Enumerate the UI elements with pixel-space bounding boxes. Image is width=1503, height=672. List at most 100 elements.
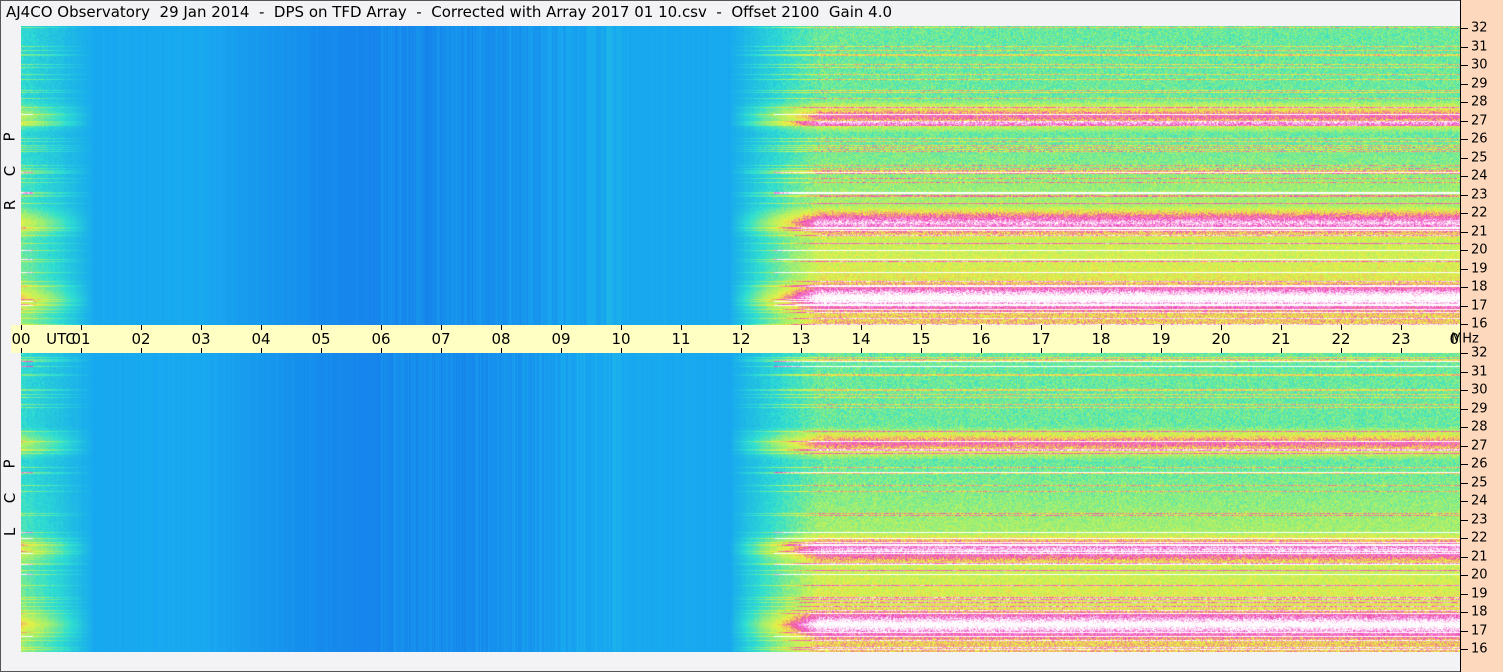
freq-tick: [1461, 176, 1468, 177]
time-tick-label: 12: [731, 330, 751, 348]
time-tick-label: 11: [671, 330, 691, 348]
freq-tick-label: 32: [1471, 345, 1488, 361]
freq-tick: [1461, 593, 1468, 595]
rcp-label: P C R: [0, 120, 20, 222]
freq-tick-label: 20: [1471, 567, 1488, 583]
time-tick-label: 08: [491, 330, 511, 348]
freq-tick-label: 23: [1471, 512, 1488, 527]
freq-tick-label: 19: [1471, 261, 1488, 276]
time-tick-label: 05: [311, 330, 331, 348]
freq-tick: [1461, 287, 1468, 288]
freq-tick: [1461, 501, 1468, 502]
freq-tick: [1461, 324, 1468, 325]
time-tick-label: 06: [371, 330, 391, 348]
chart-title: AJ4CO Observatory 29 Jan 2014 - DPS on T…: [6, 3, 893, 21]
freq-tick: [1461, 83, 1468, 85]
time-tick-label: 04: [251, 330, 271, 348]
lcp-label: P C L: [0, 447, 20, 549]
frequency-axis: 32 31 30 29 28 27 26 25 24 23 22 21 20 19 18 17 16 32 31 30…: [1451, 0, 1503, 672]
freq-tick-label: 26: [1471, 456, 1488, 472]
time-axis: 00 UTC 01 02 03 04 05 06 07 08 09 10 11 12 13 14 15 16 17 1…: [11, 325, 1469, 353]
freq-tick-label: 29: [1471, 401, 1488, 416]
freq-tick-label: 27: [1471, 113, 1488, 128]
freq-tick-label: 16: [1471, 316, 1488, 332]
freq-tick-label: 16: [1471, 641, 1488, 657]
freq-tick: [1461, 482, 1468, 484]
lcp-heatmap-canvas: [21, 353, 1460, 652]
freq-tick: [1461, 268, 1468, 270]
time-tick-label: 14: [851, 330, 871, 348]
freq-tick: [1461, 120, 1468, 122]
freq-tick: [1461, 427, 1468, 428]
freq-tick: [1461, 538, 1468, 539]
rcp-heatmap-canvas: [21, 26, 1460, 325]
mhz-label: MHz: [1451, 331, 1479, 347]
freq-tick-label: 32: [1471, 20, 1488, 36]
freq-tick: [1461, 519, 1468, 521]
time-tick-label: 01: [71, 330, 91, 348]
time-tick-label: 02: [131, 330, 151, 348]
freq-tick-label: 23: [1471, 187, 1488, 202]
freq-tick: [1461, 575, 1468, 576]
freq-tick: [1461, 157, 1468, 159]
freq-tick: [1461, 139, 1468, 140]
time-tick-label: 19: [1151, 330, 1171, 348]
freq-tick: [1461, 305, 1468, 307]
time-tick-label: 20: [1211, 330, 1231, 348]
freq-tick: [1461, 213, 1468, 214]
freq-tick-label: 30: [1471, 382, 1488, 398]
time-tick-label: 10: [611, 330, 631, 348]
freq-tick: [1461, 612, 1468, 613]
freq-tick: [1461, 371, 1468, 373]
time-tick-label: 16: [971, 330, 991, 348]
freq-tick: [1461, 231, 1468, 233]
freq-tick-label: 28: [1471, 419, 1488, 435]
time-tick-label: 21: [1271, 330, 1291, 348]
time-tick-label: 09: [551, 330, 571, 348]
time-tick-label: 18: [1091, 330, 1111, 348]
lcp-spectrogram: [21, 353, 1460, 652]
freq-tick-label: 22: [1471, 205, 1488, 221]
freq-tick-label: 31: [1471, 364, 1488, 379]
freq-tick: [1461, 649, 1468, 650]
freq-tick: [1461, 630, 1468, 632]
freq-tick-label: 18: [1471, 279, 1488, 295]
freq-tick: [1461, 250, 1468, 251]
time-tick-label: 00: [11, 330, 31, 348]
freq-tick-label: 24: [1471, 168, 1488, 184]
time-tick-label: 17: [1031, 330, 1051, 348]
freq-tick-label: 25: [1471, 150, 1488, 165]
freq-tick-label: 27: [1471, 438, 1488, 453]
freq-tick: [1461, 390, 1468, 391]
freq-tick: [1461, 556, 1468, 558]
freq-tick: [1461, 28, 1468, 29]
freq-tick: [1461, 65, 1468, 66]
freq-tick: [1461, 194, 1468, 196]
time-tick-label: 22: [1331, 330, 1351, 348]
time-tick-label: 13: [791, 330, 811, 348]
freq-tick: [1461, 46, 1468, 48]
freq-tick: [1461, 445, 1468, 447]
freq-tick-label: 30: [1471, 57, 1488, 73]
freq-tick-label: 17: [1471, 623, 1488, 638]
freq-tick-label: 21: [1471, 549, 1488, 564]
freq-tick-label: 19: [1471, 586, 1488, 601]
freq-tick-label: 20: [1471, 242, 1488, 258]
time-tick-label: 03: [191, 330, 211, 348]
freq-tick-label: 21: [1471, 224, 1488, 239]
freq-tick-label: 28: [1471, 94, 1488, 110]
freq-tick-label: 24: [1471, 493, 1488, 509]
freq-tick-label: 29: [1471, 76, 1488, 91]
freq-tick: [1461, 408, 1468, 410]
freq-tick-label: 25: [1471, 475, 1488, 490]
time-tick-label: 15: [911, 330, 931, 348]
time-tick-label: 23: [1391, 330, 1411, 348]
freq-tick-label: 18: [1471, 604, 1488, 620]
rcp-spectrogram: [21, 26, 1460, 325]
freq-tick-label: 22: [1471, 530, 1488, 546]
freq-tick: [1461, 464, 1468, 465]
time-tick-label: 07: [431, 330, 451, 348]
freq-tick: [1461, 102, 1468, 103]
freq-tick-label: 26: [1471, 131, 1488, 147]
freq-tick: [1461, 353, 1468, 354]
